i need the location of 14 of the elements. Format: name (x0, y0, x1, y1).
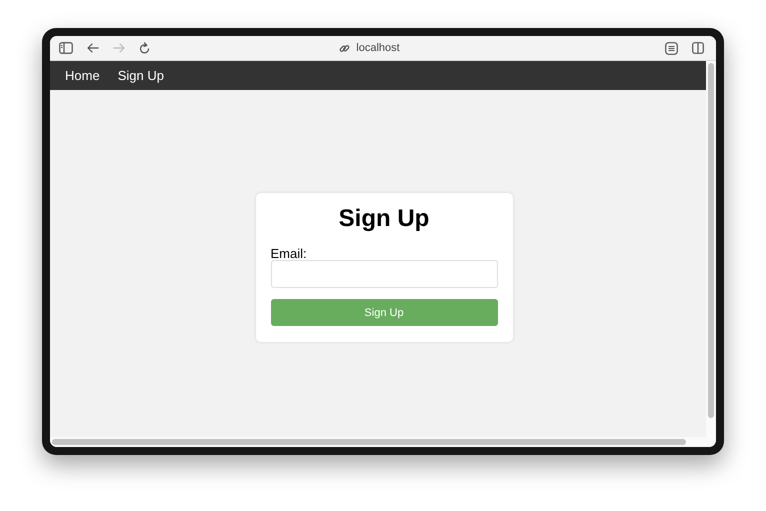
field-label: Email: (270, 247, 308, 260)
form-title: Sign Up (338, 205, 430, 233)
scrollbar-thumb[interactable] (708, 63, 714, 418)
reload-icon[interactable] (139, 42, 150, 54)
reader-icon[interactable] (665, 42, 678, 54)
sidebar-icon[interactable] (59, 42, 73, 54)
link-icon (339, 42, 350, 54)
scrollbar-thumb[interactable] (52, 439, 686, 445)
email-input[interactable] (270, 260, 498, 288)
address-text[interactable]: localhost (356, 42, 400, 54)
nav-link[interactable]: Sign Up (118, 68, 164, 83)
nav-link[interactable]: Home (65, 68, 100, 83)
split-view-icon[interactable] (692, 42, 704, 54)
back-icon[interactable] (87, 43, 99, 53)
